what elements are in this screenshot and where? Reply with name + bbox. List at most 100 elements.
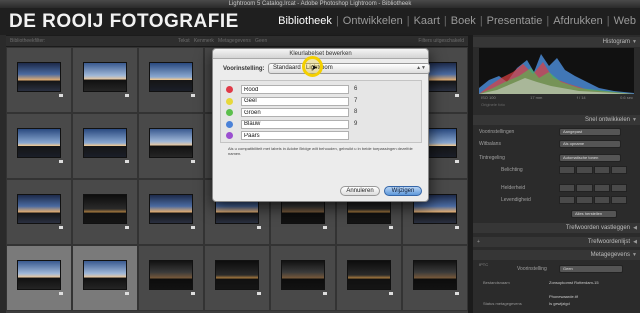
grid-cell[interactable] xyxy=(72,245,138,311)
change-button[interactable]: Wijzigen xyxy=(384,186,422,196)
cancel-button[interactable]: Annuleren xyxy=(340,186,380,196)
module-ontwikkelen[interactable]: Ontwikkelen xyxy=(339,15,407,27)
photo-thumbnail[interactable] xyxy=(83,62,127,92)
grid-cell[interactable] xyxy=(6,245,72,311)
filter-metadata[interactable]: Metagegevens xyxy=(218,38,251,44)
original-photo-check[interactable]: Originele foto xyxy=(481,102,505,107)
grid-cell[interactable] xyxy=(72,179,138,245)
color-label-row: 9 xyxy=(226,119,416,129)
grid-cell[interactable] xyxy=(72,113,138,179)
photo-thumbnail[interactable] xyxy=(281,260,325,290)
shortcut-key: 8 xyxy=(354,109,358,115)
metadata-status: Status metagegevens Is gewijzigd xyxy=(483,301,570,306)
color-label-input[interactable] xyxy=(241,96,349,106)
photo-thumbnail[interactable] xyxy=(215,260,259,290)
color-label-list: 6 7 8 9 xyxy=(220,80,422,143)
badge-icon xyxy=(59,226,63,229)
qd-reset-row: Alles herstellen xyxy=(479,209,635,219)
qd-wb-row: Witbalans Als opname xyxy=(479,139,635,149)
photo-thumbnail[interactable] xyxy=(413,260,457,290)
histogram-info: ISO 100 17 mm f / 14 0.6 sec xyxy=(481,95,633,100)
qd-vibrance-buttons[interactable] xyxy=(559,196,627,204)
qd-wb-select[interactable]: Als opname xyxy=(559,140,621,148)
shortcut-key: 9 xyxy=(354,120,358,127)
badge-icon xyxy=(125,94,129,97)
reset-all-button[interactable]: Alles herstellen xyxy=(571,210,617,218)
module-boek[interactable]: Boek xyxy=(447,15,480,27)
badge-icon xyxy=(455,160,459,163)
badge-icon xyxy=(59,160,63,163)
grid-cell[interactable] xyxy=(270,245,336,311)
badge-icon xyxy=(323,292,327,295)
metadata-filename: Bestandsnaam Zonsopkomst Rotterdam-15 xyxy=(483,280,599,285)
filter-none[interactable]: Geen xyxy=(255,38,267,44)
grid-cell[interactable] xyxy=(336,245,402,311)
color-label-input[interactable] xyxy=(241,119,349,129)
module-kaart[interactable]: Kaart xyxy=(410,15,444,27)
color-label-row: 7 xyxy=(226,96,416,106)
badge-icon xyxy=(455,226,459,229)
badge-icon xyxy=(191,292,195,295)
photo-thumbnail[interactable] xyxy=(83,194,127,224)
histogram-header[interactable]: Histogram ▼ xyxy=(473,37,640,47)
histogram xyxy=(479,48,634,94)
histogram-graph xyxy=(479,54,634,94)
badge-icon xyxy=(257,292,261,295)
grid-cell[interactable] xyxy=(402,245,468,311)
badge-icon xyxy=(191,94,195,97)
photo-thumbnail[interactable] xyxy=(17,128,61,158)
photo-thumbnail[interactable] xyxy=(149,128,193,158)
grid-cell[interactable] xyxy=(72,47,138,113)
photo-thumbnail[interactable] xyxy=(17,260,61,290)
color-label-row: 8 xyxy=(226,108,416,117)
keyword-list-header[interactable]: + Trefwoordenlijst ◀ xyxy=(473,237,640,247)
metadata-header[interactable]: Metagegevens ▼ xyxy=(473,250,640,260)
module-afdrukken[interactable]: Afdrukken xyxy=(549,15,607,27)
photo-thumbnail[interactable] xyxy=(17,62,61,92)
keywording-header[interactable]: Trefwoorden vastleggen ◀ xyxy=(473,223,640,233)
quick-develop-header[interactable]: Snel ontwikkelen ▼ xyxy=(473,115,640,125)
color-label-row xyxy=(226,131,416,140)
grid-cell[interactable] xyxy=(6,179,72,245)
grid-cell[interactable] xyxy=(138,47,204,113)
color-label-input[interactable] xyxy=(241,131,349,140)
badge-icon xyxy=(455,94,459,97)
right-panel: Histogram ▼ ISO 100 17 mm f / 14 0.6 sec Ori… xyxy=(473,35,640,313)
metadata-preset-select[interactable]: Geen xyxy=(559,265,623,273)
grid-cell[interactable] xyxy=(6,113,72,179)
qd-auto-tone-button[interactable]: Automatische tonen xyxy=(559,154,621,162)
color-label-input[interactable] xyxy=(241,85,349,94)
metadata-preset-row: Voorinstelling Geen xyxy=(479,264,635,274)
grid-cell[interactable] xyxy=(138,179,204,245)
photo-thumbnail[interactable] xyxy=(347,260,391,290)
qd-preset-row: Voorinstellingen Aangepast xyxy=(479,127,635,137)
photo-thumbnail[interactable] xyxy=(149,260,193,290)
badge-icon xyxy=(323,226,327,229)
badge-icon xyxy=(257,226,261,229)
photo-thumbnail[interactable] xyxy=(83,260,127,290)
grid-cell[interactable] xyxy=(138,113,204,179)
dialog-preset-select[interactable]: Standaard - Lightroom ▲▼ xyxy=(268,63,430,74)
grid-cell[interactable] xyxy=(204,245,270,311)
photo-thumbnail[interactable] xyxy=(83,128,127,158)
library-filter-options: Tekst Kenmerk Metagegevens Geen xyxy=(178,36,267,46)
filter-preset[interactable]: Filters uitgeschakeld xyxy=(418,36,464,46)
grid-cell[interactable] xyxy=(6,47,72,113)
qd-clarity-buttons[interactable] xyxy=(559,184,627,192)
filter-text[interactable]: Tekst xyxy=(178,38,190,44)
photo-thumbnail[interactable] xyxy=(149,194,193,224)
module-web[interactable]: Web xyxy=(610,15,640,27)
module-presentatie[interactable]: Presentatie xyxy=(483,15,547,27)
qd-preset-select[interactable]: Aangepast xyxy=(559,128,621,136)
photo-thumbnail[interactable] xyxy=(149,62,193,92)
badge-icon xyxy=(191,160,195,163)
color-label-input[interactable] xyxy=(241,108,349,117)
filter-attribute[interactable]: Kenmerk xyxy=(194,38,214,44)
grid-cell[interactable] xyxy=(138,245,204,311)
qd-exposure-buttons[interactable] xyxy=(559,166,627,174)
photo-thumbnail[interactable] xyxy=(17,194,61,224)
module-bibliotheek[interactable]: Bibliotheek xyxy=(274,15,336,27)
color-dot-icon xyxy=(226,86,233,93)
color-dot-icon xyxy=(226,120,233,128)
color-dot-icon xyxy=(226,109,233,116)
